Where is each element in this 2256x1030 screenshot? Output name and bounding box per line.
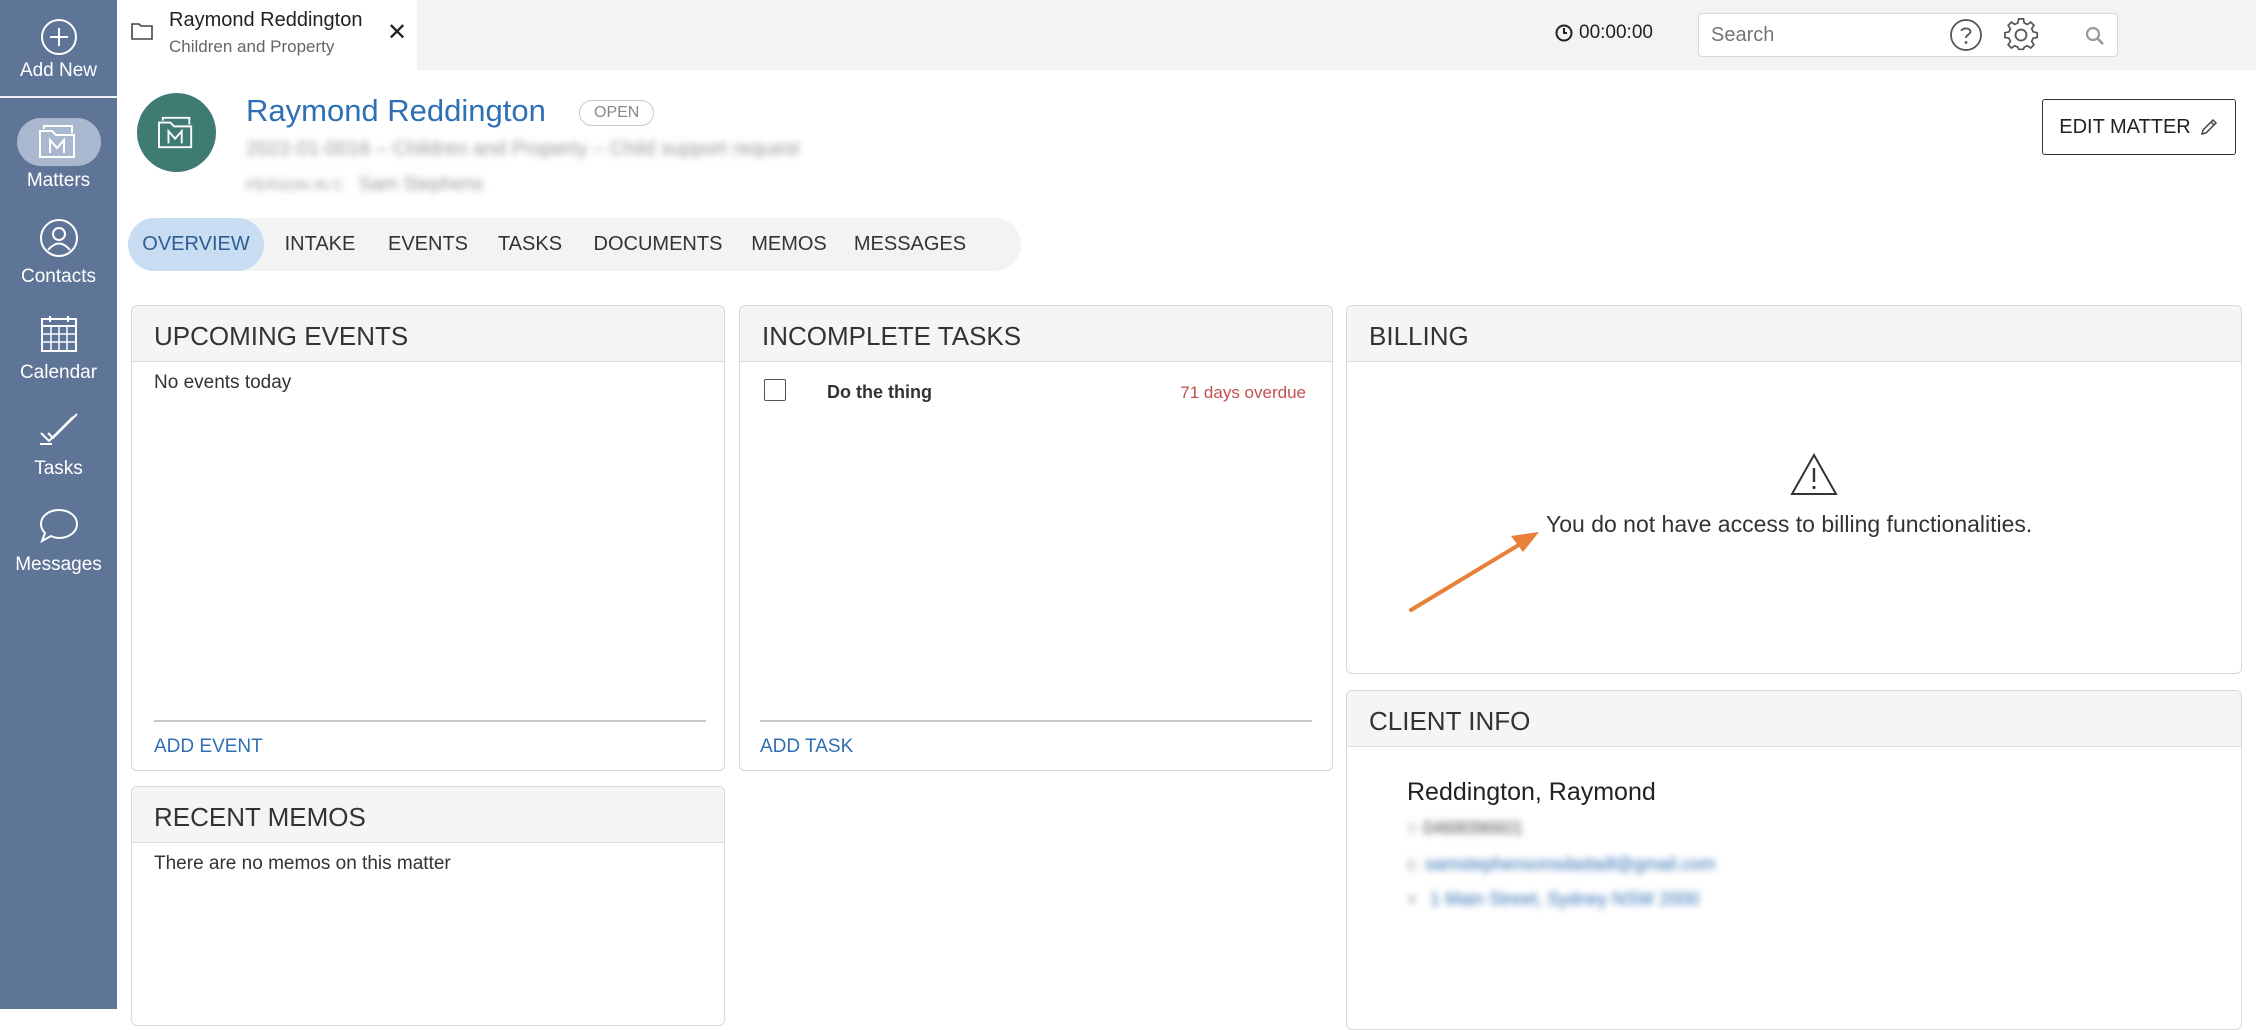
- phone-prefix: T:: [1407, 821, 1418, 837]
- sidebar-item-contacts[interactable]: Contacts: [0, 202, 117, 294]
- divider: [760, 720, 1312, 722]
- incomplete-tasks-title: INCOMPLETE TASKS: [740, 306, 1332, 362]
- billing-panel: BILLING You do not have access to billin…: [1346, 305, 2242, 674]
- matter-description: 2022-01-0016 – Children and Property – C…: [246, 138, 800, 160]
- person-in-charge-label: PERSON IN C: [246, 177, 344, 194]
- timer-value: 00:00:00: [1579, 22, 1653, 43]
- client-phone-value: 0468096601: [1422, 818, 1524, 838]
- sidebar-item-label: Matters: [26, 170, 91, 191]
- top-bar: Raymond Reddington Children and Property…: [117, 0, 2256, 70]
- tab-title: Raymond Reddington: [169, 9, 363, 31]
- matters-icon: [157, 116, 192, 148]
- matter-person-in-charge: PERSON IN C Sam Stephens: [246, 174, 483, 196]
- sidebar: Add New Matters Contacts Calendar Tasks …: [0, 0, 117, 1009]
- add-new-button[interactable]: Add New: [0, 0, 117, 96]
- gear-icon[interactable]: [2003, 17, 2039, 53]
- task-name[interactable]: Do the thing: [827, 382, 932, 403]
- sidebar-item-messages[interactable]: Messages: [0, 490, 117, 582]
- client-address[interactable]: ⌖ 1 Main Street, Sydney NSW 2000: [1407, 889, 1699, 910]
- matters-icon: [16, 118, 101, 166]
- add-task-link[interactable]: ADD TASK: [760, 736, 853, 758]
- upcoming-events-panel: UPCOMING EVENTS No events today ADD EVEN…: [131, 305, 725, 771]
- matter-avatar: [137, 93, 216, 172]
- client-email-value[interactable]: samstephensonsdadadl@gmail.com: [1425, 854, 1715, 874]
- email-prefix: E:: [1407, 857, 1421, 873]
- recent-memos-panel: RECENT MEMOS There are no memos on this …: [131, 786, 725, 1026]
- divider: [154, 720, 706, 722]
- no-memos-text: There are no memos on this matter: [154, 853, 451, 874]
- tab-messages[interactable]: MESSAGES: [850, 218, 970, 271]
- folder-icon: [131, 23, 153, 40]
- tab-documents[interactable]: DOCUMENTS: [588, 218, 728, 271]
- incomplete-tasks-panel: INCOMPLETE TASKS Do the thing 71 days ov…: [739, 305, 1333, 771]
- tab-events[interactable]: EVENTS: [385, 218, 471, 271]
- person-in-charge-value: Sam Stephens: [358, 174, 484, 195]
- tab-overview[interactable]: OVERVIEW: [128, 218, 264, 271]
- client-phone: T: 0468096601: [1407, 818, 1523, 839]
- status-badge: OPEN: [579, 100, 655, 126]
- client-name[interactable]: Reddington, Raymond: [1407, 778, 1656, 807]
- close-tab-button[interactable]: ✕: [387, 18, 407, 47]
- sidebar-item-tasks[interactable]: Tasks: [0, 394, 117, 486]
- sidebar-item-label: Calendar: [19, 362, 98, 383]
- tasks-icon: [29, 406, 89, 454]
- client-address-value[interactable]: 1 Main Street, Sydney NSW 2000: [1430, 889, 1699, 909]
- task-checkbox[interactable]: [764, 379, 786, 401]
- no-events-text: No events today: [154, 372, 292, 393]
- client-email[interactable]: E: samstephensonsdadadl@gmail.com: [1407, 854, 1716, 875]
- sidebar-item-label: Contacts: [21, 266, 96, 287]
- plus-circle-icon: [40, 19, 77, 55]
- search-icon[interactable]: [2085, 26, 2105, 46]
- location-pin-icon: ⌖: [1407, 889, 1418, 909]
- tab-memos[interactable]: MEMOS: [746, 218, 832, 271]
- tab-subtitle: Children and Property: [169, 37, 335, 56]
- edit-matter-button[interactable]: EDIT MATTER: [2042, 99, 2236, 155]
- pencil-icon: [2200, 118, 2217, 136]
- sidebar-item-matters[interactable]: Matters: [0, 106, 117, 198]
- clock-icon: [1555, 24, 1573, 42]
- add-new-label: Add New: [19, 60, 98, 81]
- tab-intake[interactable]: INTAKE: [275, 218, 365, 271]
- matter-tab[interactable]: Raymond Reddington Children and Property…: [117, 0, 417, 70]
- edit-matter-label: EDIT MATTER: [2059, 115, 2191, 138]
- matter-tabs: OVERVIEW INTAKE EVENTS TASKS DOCUMENTS M…: [128, 218, 1021, 271]
- calendar-icon: [29, 310, 89, 358]
- sidebar-item-label: Messages: [15, 554, 102, 575]
- sidebar-item-calendar[interactable]: Calendar: [0, 298, 117, 390]
- page-title: Raymond Reddington: [246, 93, 546, 128]
- task-overdue-status: 71 days overdue: [1180, 383, 1306, 402]
- sidebar-item-label: Tasks: [34, 458, 83, 479]
- recent-memos-title: RECENT MEMOS: [132, 787, 724, 843]
- search-box[interactable]: [1698, 13, 2118, 57]
- tab-tasks[interactable]: TASKS: [490, 218, 570, 271]
- add-event-link[interactable]: ADD EVENT: [154, 736, 263, 758]
- sidebar-divider: [0, 96, 117, 98]
- client-info-title: CLIENT INFO: [1347, 691, 2241, 747]
- help-icon[interactable]: [1949, 18, 1983, 52]
- annotation-arrow-icon: [1409, 532, 1539, 612]
- client-info-panel: CLIENT INFO Reddington, Raymond T: 04680…: [1346, 690, 2242, 1030]
- message-icon: [29, 502, 89, 550]
- timer[interactable]: 00:00:00: [1555, 22, 1653, 44]
- upcoming-events-title: UPCOMING EVENTS: [132, 306, 724, 362]
- contact-icon: [29, 214, 89, 262]
